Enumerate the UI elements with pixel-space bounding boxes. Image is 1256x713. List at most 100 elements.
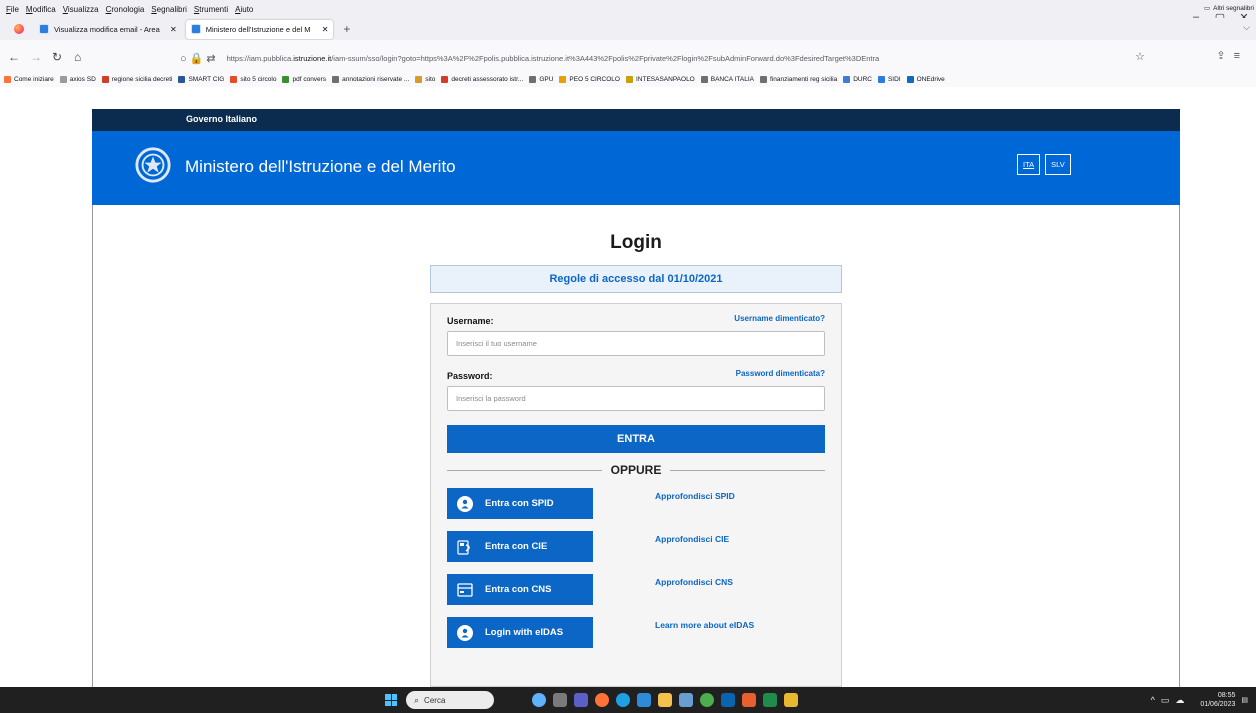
cns-login-button[interactable]: Entra con CNS xyxy=(447,574,593,605)
bookmark-item[interactable]: PEO 5 CIRCOLO xyxy=(559,75,620,83)
bookmark-favicon-icon xyxy=(877,75,885,83)
taskbar-search-label: Cerca xyxy=(424,695,446,705)
windows-start-icon[interactable] xyxy=(385,694,397,706)
bookmark-item[interactable]: sito 5 circolo xyxy=(230,75,276,83)
pinned-app-icon[interactable] xyxy=(784,693,798,707)
tab-ministero[interactable]: Ministero dell'Istruzione e del M ✕ xyxy=(185,19,334,39)
government-bar[interactable]: Governo Italiano xyxy=(92,109,1180,131)
bookmark-item[interactable]: decreti assessorato istr... xyxy=(441,75,524,83)
close-tab-icon[interactable]: ✕ xyxy=(322,25,329,34)
search-icon: ⌕ xyxy=(414,694,420,705)
bookmark-item[interactable]: pdf convers xyxy=(282,75,327,83)
menu-segnalibri[interactable]: Segnalibri xyxy=(151,5,187,14)
bookmark-item[interactable]: DURC xyxy=(843,75,872,83)
bookmark-item[interactable]: ONEdrive xyxy=(906,75,945,83)
bookmark-item[interactable]: finanziamenti reg sicilia xyxy=(759,75,837,83)
language-switcher: ITA SLV xyxy=(1017,154,1076,175)
teams-app-icon[interactable] xyxy=(574,693,588,707)
close-tab-icon[interactable]: ✕ xyxy=(170,25,177,34)
tab-email[interactable]: Visualizza modifica email - Area ✕ xyxy=(34,20,182,39)
explorer-app-icon[interactable] xyxy=(658,693,672,707)
taskbar-search[interactable]: ⌕ Cerca xyxy=(406,691,494,709)
store-app-icon[interactable] xyxy=(637,693,651,707)
bookmark-label: pdf convers xyxy=(292,75,327,83)
language-ita-button[interactable]: ITA xyxy=(1017,154,1041,175)
spid-login-button[interactable]: Entra con SPID xyxy=(447,488,593,519)
bookmark-label: regione sicilia decreti xyxy=(111,75,173,83)
site-favicon-icon xyxy=(39,24,49,34)
bookmark-label: annotazioni riservate ... xyxy=(342,75,410,83)
pinned-app-icon[interactable] xyxy=(742,693,756,707)
chrome-app-icon[interactable] xyxy=(700,693,714,707)
bing-app-icon[interactable] xyxy=(532,693,546,707)
password-forgot-link[interactable]: Password dimenticata? xyxy=(736,369,825,378)
reload-icon[interactable]: ↻ xyxy=(52,50,62,64)
bookmark-favicon-icon xyxy=(559,75,567,83)
password-input[interactable] xyxy=(447,386,825,411)
home-icon[interactable]: ⌂ xyxy=(74,50,81,64)
bookmark-item[interactable]: annotazioni riservate ... xyxy=(332,75,410,83)
username-input[interactable] xyxy=(447,331,825,356)
tray-icons[interactable]: ^▭☁ xyxy=(1151,695,1191,706)
menu-file[interactable]: File xyxy=(6,5,19,14)
clock[interactable]: 08:55 01/06/2023 xyxy=(1200,691,1235,709)
bookmark-item[interactable]: INTESASANPAOLO xyxy=(625,75,695,83)
pinned-app-icon[interactable] xyxy=(763,693,777,707)
bookmark-item[interactable]: regione sicilia decreti xyxy=(101,75,173,83)
eidas-login-button[interactable]: Login with eIDAS xyxy=(447,617,593,648)
bookmark-favicon-icon xyxy=(843,75,851,83)
tab-bar: Visualizza modifica email - Area ✕ Minis… xyxy=(0,18,1256,40)
bookmark-favicon-icon xyxy=(441,75,449,83)
bookmark-label: INTESASANPAOLO xyxy=(635,75,695,83)
language-slv-button[interactable]: SLV xyxy=(1045,154,1071,175)
forward-icon[interactable]: → xyxy=(30,50,42,64)
access-rules-link[interactable]: Regole di accesso dal 01/10/2021 xyxy=(430,265,842,293)
task-view-icon[interactable] xyxy=(553,693,567,707)
bookmark-item[interactable]: axios SD xyxy=(59,75,96,83)
bookmark-label: axios SD xyxy=(69,75,96,83)
username-forgot-link[interactable]: Username dimenticato? xyxy=(734,314,825,323)
username-label: Username: xyxy=(447,316,494,326)
cie-login-button[interactable]: Entra con CIE xyxy=(447,531,593,562)
bookmark-item[interactable]: SIDI xyxy=(877,75,901,83)
bookmark-favicon-icon xyxy=(759,75,767,83)
spid-more-link[interactable]: Approfondisci SPID xyxy=(655,491,735,501)
cns-more-link[interactable]: Approfondisci CNS xyxy=(655,577,733,587)
new-tab-button[interactable]: + xyxy=(343,22,350,36)
site-info-icon[interactable]: ○🔒⇄ xyxy=(180,52,219,65)
bookmark-item[interactable]: GPU xyxy=(529,75,553,83)
menu-visualizza[interactable]: Visualizza xyxy=(63,5,99,14)
bookmark-label: decreti assessorato istr... xyxy=(451,75,524,83)
notifications-icon[interactable]: ▤ xyxy=(1241,696,1248,704)
back-icon[interactable]: ← xyxy=(8,50,20,64)
divider-line xyxy=(447,469,602,471)
calculator-app-icon[interactable] xyxy=(679,693,693,707)
bookmark-favicon-icon xyxy=(332,75,340,83)
bookmark-favicon-icon xyxy=(178,75,186,83)
app-menu-icon[interactable]: ⇪≡ xyxy=(1216,49,1248,62)
menu-strumenti[interactable]: Strumenti xyxy=(194,5,228,14)
firefox-app-icon[interactable] xyxy=(595,693,609,707)
bookmark-item[interactable]: sito xyxy=(415,75,435,83)
url-bar[interactable]: ○🔒⇄ https://iam.pubblica. istruzione.it/i… xyxy=(180,48,1145,68)
eidas-more-link[interactable]: Learn more about eIDAS xyxy=(655,620,754,630)
site-brand[interactable]: Ministero dell'Istruzione e del Merito xyxy=(185,157,456,177)
bookmark-label: Come iniziare xyxy=(14,75,54,83)
bookmark-star-icon[interactable]: ☆ xyxy=(1135,50,1145,63)
bookmark-item[interactable]: BANCA ITALIA xyxy=(700,75,754,83)
other-bookmarks-label: Altri segnalibri xyxy=(1213,4,1254,12)
list-tabs-button[interactable]: ⌵ xyxy=(1243,22,1250,33)
mail-app-icon[interactable] xyxy=(721,693,735,707)
enter-button[interactable]: ENTRA xyxy=(447,425,825,453)
menu-aiuto[interactable]: Aiuto xyxy=(235,5,253,14)
bookmark-label: BANCA ITALIA xyxy=(710,75,754,83)
bookmark-favicon-icon xyxy=(415,75,423,83)
bookmark-item[interactable]: SMART CIG xyxy=(178,75,224,83)
other-bookmarks[interactable]: ▭ Altri segnalibri xyxy=(1204,0,1254,16)
bookmark-item[interactable]: Come iniziare xyxy=(4,75,54,83)
menu-cronologia[interactable]: Cronologia xyxy=(106,5,145,14)
cie-more-link[interactable]: Approfondisci CIE xyxy=(655,534,729,544)
bookmark-label: ONEdrive xyxy=(916,75,945,83)
menu-modifica[interactable]: Modifica xyxy=(26,5,56,14)
edge-app-icon[interactable] xyxy=(616,693,630,707)
